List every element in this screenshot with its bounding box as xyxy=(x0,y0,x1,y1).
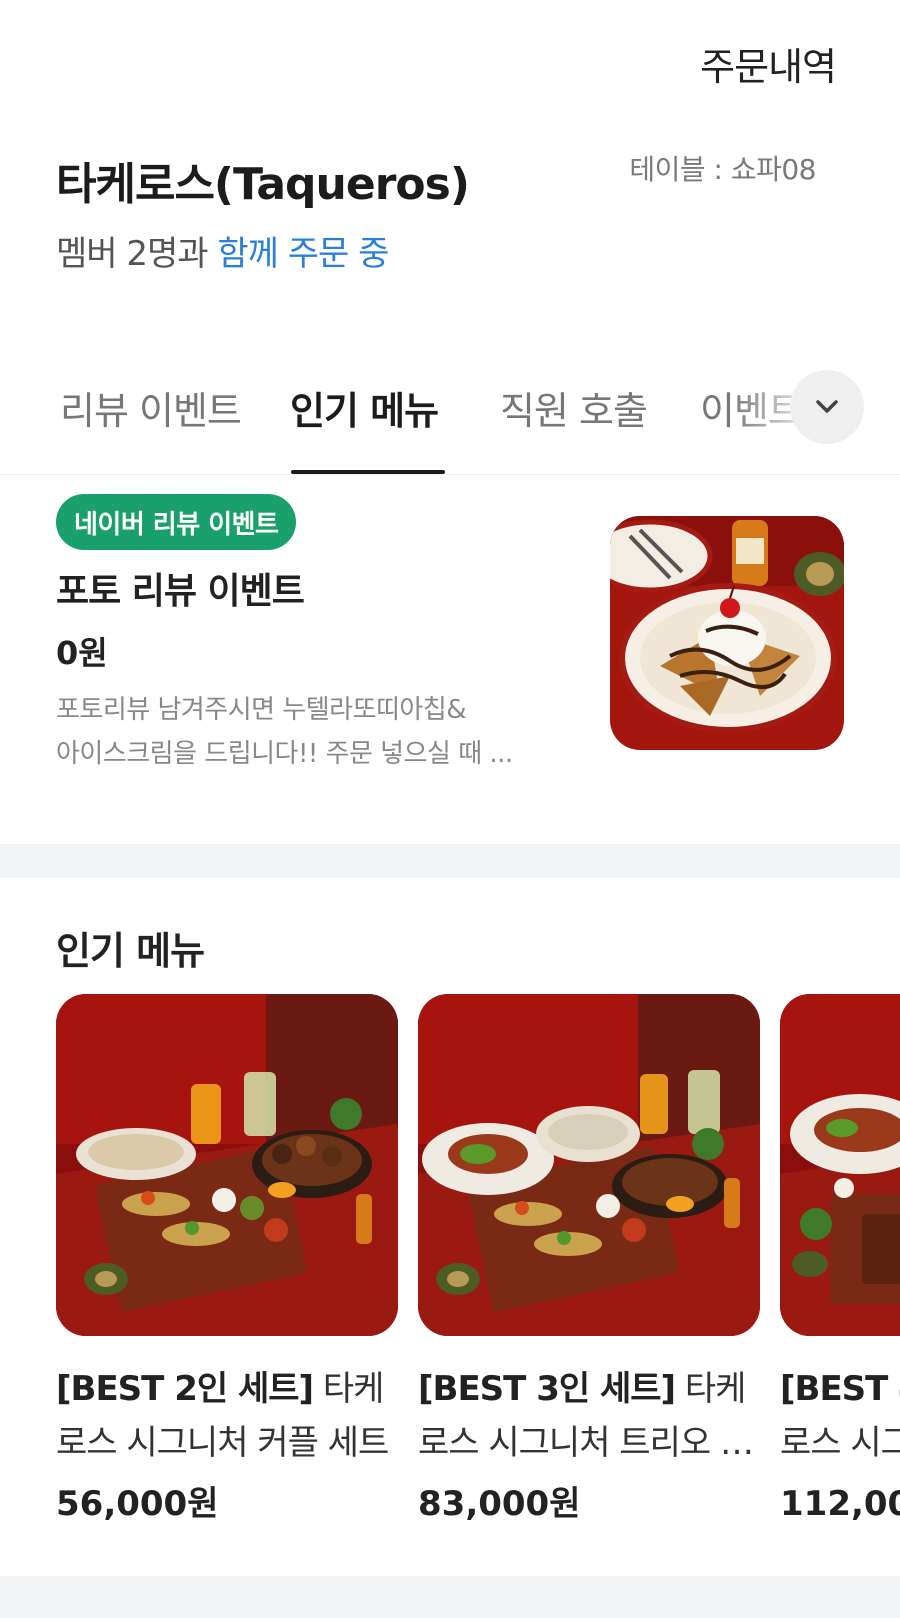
member-status: 멤버 2명과 함께 주문 중 xyxy=(56,226,389,275)
chevron-down-icon xyxy=(816,400,838,413)
member-count-text: 멤버 2명과 xyxy=(56,234,218,274)
group-order-text: 함께 주문 중 xyxy=(217,234,389,274)
order-history-link[interactable]: 주문내역 xyxy=(700,36,837,91)
popular-menu-title: 인기 메뉴 xyxy=(56,929,205,973)
menu-photo[interactable] xyxy=(56,994,398,1336)
menu-price: 112,000원 xyxy=(780,1484,900,1524)
menu-name: [BEST 4 로스 시그니 xyxy=(780,1362,900,1470)
menu-tag: [BEST 3인 세트] xyxy=(418,1369,676,1409)
menu-name: [BEST 2인 세트] 타케 로스 시그니처 커플 세트 xyxy=(56,1362,398,1470)
menu-name-line2: 로스 시그니처 커플 세트 xyxy=(56,1423,389,1463)
menu-card-best-3[interactable]: [BEST 3인 세트] 타케 로스 시그니처 트리오 세트 83,000원 xyxy=(418,994,760,1525)
menu-name-line2: 로스 시그니 xyxy=(780,1423,900,1463)
menu-card-best-4[interactable]: [BEST 4 로스 시그니 112,000원 xyxy=(780,994,900,1525)
section-divider-bottom xyxy=(0,1576,900,1618)
menu-photo[interactable] xyxy=(780,994,900,1336)
table-label: 테이블 : 쇼파08 xyxy=(629,153,816,186)
section-divider xyxy=(0,844,900,878)
event-description-line2: 아이스크림을 드립니다!! 주문 넣으실 때 ... xyxy=(56,739,513,769)
expand-tabs-button[interactable] xyxy=(790,370,864,444)
event-description-line1: 포토리뷰 남겨주시면 누텔라또띠아칩& xyxy=(56,695,467,725)
menu-photo[interactable] xyxy=(418,994,760,1336)
menu-price: 56,000원 xyxy=(56,1484,219,1524)
naver-review-badge: 네이버 리뷰 이벤트 xyxy=(56,494,297,550)
menu-tag: [BEST 2인 세트] xyxy=(56,1369,314,1409)
menu-name: [BEST 3인 세트] 타케 로스 시그니처 트리오 세트 xyxy=(418,1362,760,1470)
tab-staff-call[interactable]: 직원 호출 xyxy=(500,380,648,435)
active-tab-indicator xyxy=(291,470,445,474)
menu-card-best-2[interactable]: [BEST 2인 세트] 타케 로스 시그니처 커플 세트 56,000원 xyxy=(56,994,398,1525)
event-price: 0원 xyxy=(56,634,108,672)
category-tabs: 리뷰 이벤트 인기 메뉴 직원 호출 이벤트 xyxy=(0,350,900,475)
menu-price: 83,000원 xyxy=(418,1484,581,1524)
store-name: 타케로스(Taqueros) xyxy=(56,159,470,210)
tab-popular-menu[interactable]: 인기 메뉴 xyxy=(290,380,439,435)
menu-name-part: 타케 xyxy=(313,1369,385,1409)
event-photo[interactable] xyxy=(610,516,844,750)
event-title[interactable]: 포토 리뷰 이벤트 xyxy=(56,562,305,614)
menu-tag: [BEST 4 xyxy=(780,1369,900,1409)
event-description: 포토리뷰 남겨주시면 누텔라또띠아칩& 아이스크림을 드립니다!! 주문 넣으실… xyxy=(56,688,556,776)
tab-review-event[interactable]: 리뷰 이벤트 xyxy=(60,380,242,435)
menu-name-part: 타케 xyxy=(675,1369,747,1409)
menu-name-line2: 로스 시그니처 트리오 세트 xyxy=(418,1423,760,1463)
